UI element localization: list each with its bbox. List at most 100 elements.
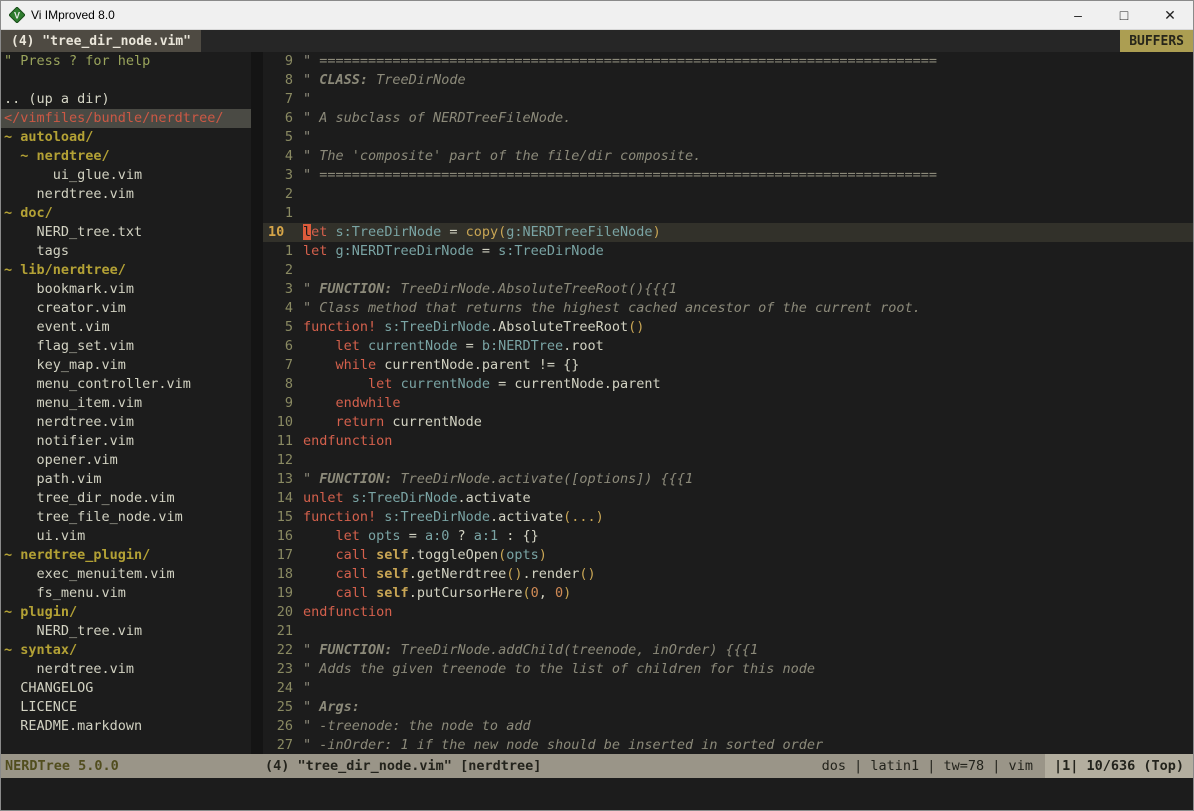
code-text[interactable]: " ======================================… [303, 52, 1193, 71]
code-text[interactable]: let currentNode = currentNode.parent [303, 375, 1193, 394]
editor-line: 1 [263, 204, 1193, 223]
minimize-button[interactable]: – [1055, 1, 1101, 29]
nerdtree-item[interactable]: path.vim [1, 470, 251, 489]
editor-panel: 9" =====================================… [263, 52, 1193, 754]
active-tab[interactable]: (4) "tree_dir_node.vim" [1, 30, 201, 52]
code-text[interactable]: " The 'composite' part of the file/dir c… [303, 147, 1193, 166]
editor-line: 6 let currentNode = b:NERDTree.root [263, 337, 1193, 356]
svg-text:V: V [14, 11, 20, 21]
editor-line: 2 [263, 261, 1193, 280]
nerdtree-item[interactable]: ~ nerdtree_plugin/ [1, 546, 251, 565]
code-text[interactable] [303, 451, 1193, 470]
buffers-label: BUFFERS [1120, 30, 1193, 52]
nerdtree-item[interactable]: creator.vim [1, 299, 251, 318]
nerdtree-item[interactable]: key_map.vim [1, 356, 251, 375]
statusline-right: dos | latin1 | tw=78 | vim |1| 10/636 (T… [810, 754, 1193, 778]
command-line[interactable] [1, 778, 1193, 810]
code-text[interactable]: " [303, 90, 1193, 109]
nerdtree-item[interactable]: menu_item.vim [1, 394, 251, 413]
code-text[interactable]: let g:NERDTreeDirNode = s:TreeDirNode [303, 242, 1193, 261]
nerdtree-item[interactable]: ~ autoload/ [1, 128, 251, 147]
nerdtree-statusline: NERDTree 5.0.0 [1, 754, 251, 778]
nerdtree-item[interactable]: flag_set.vim [1, 337, 251, 356]
line-number: 16 [263, 527, 303, 546]
code-text[interactable]: " Args: [303, 698, 1193, 717]
code-text[interactable]: " Class method that returns the highest … [303, 299, 1193, 318]
code-text[interactable] [303, 185, 1193, 204]
code-text[interactable]: call self.getNerdtree().render() [303, 565, 1193, 584]
nerdtree-item[interactable]: ~ doc/ [1, 204, 251, 223]
code-text[interactable]: call self.putCursorHere(0, 0) [303, 584, 1193, 603]
nerdtree-item[interactable]: NERD_tree.txt [1, 223, 251, 242]
code-text[interactable]: unlet s:TreeDirNode.activate [303, 489, 1193, 508]
nerdtree-item[interactable]: tree_dir_node.vim [1, 489, 251, 508]
editor-line: 7" [263, 90, 1193, 109]
nerdtree-item[interactable]: tags [1, 242, 251, 261]
nerdtree-item[interactable]: ~ lib/nerdtree/ [1, 261, 251, 280]
nerdtree-item[interactable]: ui.vim [1, 527, 251, 546]
vim-logo-icon: V [9, 7, 25, 23]
nerdtree-item[interactable]: fs_menu.vim [1, 584, 251, 603]
nerdtree-item[interactable]: menu_controller.vim [1, 375, 251, 394]
code-text[interactable]: " Adds the given treenode to the list of… [303, 660, 1193, 679]
nerdtree-item[interactable]: nerdtree.vim [1, 185, 251, 204]
code-text[interactable]: " FUNCTION: TreeDirNode.addChild(treenod… [303, 641, 1193, 660]
nerdtree-item[interactable]: " Press ? for help [1, 52, 251, 71]
code-text[interactable]: return currentNode [303, 413, 1193, 432]
vertical-split-separator[interactable] [251, 52, 263, 754]
nerdtree-panel: " Press ? for help .. (up a dir)</vimfile… [1, 52, 251, 754]
code-text[interactable]: let opts = a:0 ? a:1 : {} [303, 527, 1193, 546]
nerdtree-item[interactable]: notifier.vim [1, 432, 251, 451]
editor-line: 9 endwhile [263, 394, 1193, 413]
main-area: " Press ? for help .. (up a dir)</vimfile… [1, 52, 1193, 754]
maximize-button[interactable]: □ [1101, 1, 1147, 29]
code-text[interactable] [303, 622, 1193, 641]
nerdtree-item[interactable]: ~ plugin/ [1, 603, 251, 622]
code-text[interactable] [303, 204, 1193, 223]
nerdtree-item[interactable]: LICENCE [1, 698, 251, 717]
editor-line: 26" -treenode: the node to add [263, 717, 1193, 736]
code-text[interactable]: " CLASS: TreeDirNode [303, 71, 1193, 90]
code-text[interactable] [303, 261, 1193, 280]
code-text[interactable]: let s:TreeDirNode = copy(g:NERDTreeFileN… [303, 223, 1193, 242]
nerdtree-item[interactable]: .. (up a dir) [1, 90, 251, 109]
nerdtree-item[interactable]: CHANGELOG [1, 679, 251, 698]
editor-line: 16 let opts = a:0 ? a:1 : {} [263, 527, 1193, 546]
nerdtree-item[interactable]: ui_glue.vim [1, 166, 251, 185]
code-text[interactable]: call self.toggleOpen(opts) [303, 546, 1193, 565]
code-text[interactable]: endfunction [303, 432, 1193, 451]
code-text[interactable]: function! s:TreeDirNode.AbsoluteTreeRoot… [303, 318, 1193, 337]
nerdtree-item[interactable]: exec_menuitem.vim [1, 565, 251, 584]
code-text[interactable]: " [303, 128, 1193, 147]
nerdtree-item[interactable]: ~ nerdtree/ [1, 147, 251, 166]
nerdtree-item[interactable]: nerdtree.vim [1, 660, 251, 679]
nerdtree-item[interactable]: ~ syntax/ [1, 641, 251, 660]
nerdtree-item[interactable]: NERD_tree.vim [1, 622, 251, 641]
nerdtree-item[interactable]: bookmark.vim [1, 280, 251, 299]
nerdtree-item[interactable]: </vimfiles/bundle/nerdtree/ [1, 109, 251, 128]
code-text[interactable]: " FUNCTION: TreeDirNode.activate([option… [303, 470, 1193, 489]
nerdtree-item[interactable]: opener.vim [1, 451, 251, 470]
nerdtree-item[interactable]: nerdtree.vim [1, 413, 251, 432]
line-number: 25 [263, 698, 303, 717]
nerdtree-item[interactable]: tree_file_node.vim [1, 508, 251, 527]
editor-line: 19 call self.putCursorHere(0, 0) [263, 584, 1193, 603]
code-text[interactable]: " A subclass of NERDTreeFileNode. [303, 109, 1193, 128]
close-button[interactable]: ✕ [1147, 1, 1193, 29]
code-text[interactable]: " -treenode: the node to add [303, 717, 1193, 736]
line-number: 8 [263, 71, 303, 90]
code-text[interactable]: " -inOrder: 1 if the new node should be … [303, 736, 1193, 754]
code-text[interactable]: let currentNode = b:NERDTree.root [303, 337, 1193, 356]
file-format-info: dos | latin1 | tw=78 | vim [810, 754, 1045, 778]
line-number: 17 [263, 546, 303, 565]
code-text[interactable]: " FUNCTION: TreeDirNode.AbsoluteTreeRoot… [303, 280, 1193, 299]
code-text[interactable]: " [303, 679, 1193, 698]
code-text[interactable]: endwhile [303, 394, 1193, 413]
nerdtree-item[interactable]: README.markdown [1, 717, 251, 736]
nerdtree-item[interactable]: event.vim [1, 318, 251, 337]
code-text[interactable]: while currentNode.parent != {} [303, 356, 1193, 375]
code-text[interactable]: " ======================================… [303, 166, 1193, 185]
code-text[interactable]: endfunction [303, 603, 1193, 622]
code-text[interactable]: function! s:TreeDirNode.activate(...) [303, 508, 1193, 527]
line-number: 24 [263, 679, 303, 698]
